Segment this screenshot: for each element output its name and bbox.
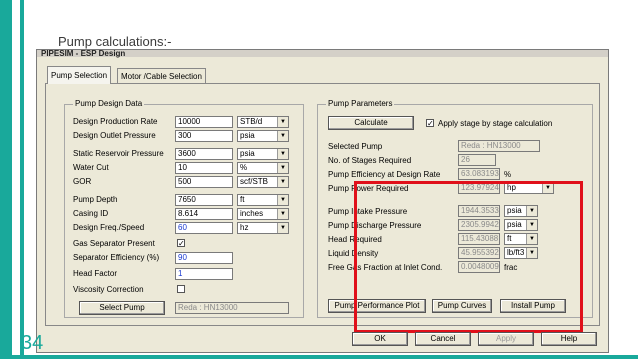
- chevron-down-icon: ▼: [277, 209, 288, 219]
- cancel-button[interactable]: Cancel: [415, 332, 471, 346]
- viscosity-correction-checkbox[interactable]: [177, 285, 185, 293]
- ok-button[interactable]: OK: [352, 332, 408, 346]
- outlet-pressure-unit: psia: [240, 131, 255, 140]
- label-apply-stage: Apply stage by stage calculation: [438, 119, 553, 128]
- water-cut-unit-select[interactable]: % ▼: [237, 162, 289, 174]
- selected-pump-display: Reda : HN13000: [175, 302, 289, 314]
- apply-stage-checkbox[interactable]: ✓: [426, 119, 434, 128]
- chevron-down-icon: ▼: [277, 163, 288, 173]
- slide-number: 34: [21, 332, 44, 354]
- reservoir-pressure-unit: psia: [240, 149, 255, 158]
- label-stages: No. of Stages Required: [328, 156, 412, 165]
- tab-motor-cable-selection[interactable]: Motor /Cable Selection: [117, 68, 206, 84]
- gor-input[interactable]: 500: [175, 176, 233, 188]
- label-head-factor: Head Factor: [73, 269, 118, 278]
- slide-accent-bar: [0, 0, 12, 359]
- casing-id-unit-select[interactable]: inches ▼: [237, 208, 289, 220]
- label-water-cut: Water Cut: [73, 163, 109, 172]
- chevron-down-icon: ▼: [277, 117, 288, 127]
- production-rate-input[interactable]: 10000: [175, 116, 233, 128]
- gas-separator-checkbox[interactable]: ✓: [177, 239, 185, 248]
- pump-design-data-group: Pump Design Data Design Production Rate …: [64, 99, 304, 318]
- esp-design-window: PIPESIM - ESP Design Pump Selection Moto…: [36, 49, 609, 353]
- group-title-params: Pump Parameters: [326, 99, 395, 108]
- casing-id-input[interactable]: 8.614: [175, 208, 233, 220]
- help-button[interactable]: Help: [541, 332, 597, 346]
- water-cut-input[interactable]: 10: [175, 162, 233, 174]
- efficiency-field: 63.083193: [458, 168, 500, 180]
- production-rate-unit: STB/d: [240, 117, 263, 126]
- label-outlet-pressure: Design Outlet Pressure: [73, 131, 156, 140]
- slide-bottom-rule: [0, 355, 638, 359]
- label-reservoir-pressure: Static Reservoir Pressure: [73, 149, 164, 158]
- pump-depth-unit-select[interactable]: ft ▼: [237, 194, 289, 206]
- efficiency-unit: %: [504, 170, 512, 179]
- outlet-pressure-input[interactable]: 300: [175, 130, 233, 142]
- tab-pump-selection[interactable]: Pump Selection: [47, 66, 112, 84]
- water-cut-unit: %: [240, 163, 248, 172]
- select-pump-button[interactable]: Select Pump: [79, 301, 165, 315]
- production-rate-unit-select[interactable]: STB/d ▼: [237, 116, 289, 128]
- label-gor: GOR: [73, 177, 92, 186]
- label-casing-id: Casing ID: [73, 209, 109, 218]
- apply-button[interactable]: Apply: [478, 332, 534, 346]
- separator-efficiency-input[interactable]: 90: [175, 252, 233, 264]
- chevron-down-icon: ▼: [277, 149, 288, 159]
- chevron-down-icon: ▼: [277, 131, 288, 141]
- design-freq-unit-select[interactable]: hz ▼: [237, 222, 289, 234]
- casing-id-unit: inches: [240, 209, 264, 218]
- highlight-box: [354, 181, 583, 333]
- reservoir-pressure-unit-select[interactable]: psia ▼: [237, 148, 289, 160]
- design-freq-unit: hz: [240, 223, 249, 232]
- stages-field: 26: [458, 154, 496, 166]
- calculate-button[interactable]: Calculate: [328, 116, 414, 130]
- label-selected-pump: Selected Pump: [328, 142, 383, 151]
- reservoir-pressure-input[interactable]: 3600: [175, 148, 233, 160]
- label-viscosity-correction: Viscosity Correction: [73, 285, 144, 294]
- outlet-pressure-unit-select[interactable]: psia ▼: [237, 130, 289, 142]
- gor-unit-select[interactable]: scf/STB ▼: [237, 176, 289, 188]
- slide-title: Pump calculations:-: [58, 34, 172, 49]
- chevron-down-icon: ▼: [277, 195, 288, 205]
- label-design-freq: Design Freq./Speed: [73, 223, 145, 232]
- label-production-rate: Design Production Rate: [73, 117, 158, 126]
- label-separator-efficiency: Separator Efficiency (%): [73, 253, 160, 262]
- label-pump-depth: Pump Depth: [73, 195, 118, 204]
- selected-pump-field: Reda : HN13000: [458, 140, 540, 152]
- chevron-down-icon: ▼: [277, 177, 288, 187]
- label-gas-separator: Gas Separator Present: [73, 239, 155, 248]
- pump-depth-input[interactable]: 7650: [175, 194, 233, 206]
- gor-unit: scf/STB: [240, 177, 269, 186]
- chevron-down-icon: ▼: [277, 223, 288, 233]
- pump-depth-unit: ft: [240, 195, 245, 204]
- design-freq-input[interactable]: 60: [175, 222, 233, 234]
- label-efficiency: Pump Efficiency at Design Rate: [328, 170, 441, 179]
- head-factor-input[interactable]: 1: [175, 268, 233, 280]
- group-title-design: Pump Design Data: [73, 99, 145, 108]
- slide-accent-line: [20, 0, 24, 359]
- window-title: PIPESIM - ESP Design: [41, 50, 126, 58]
